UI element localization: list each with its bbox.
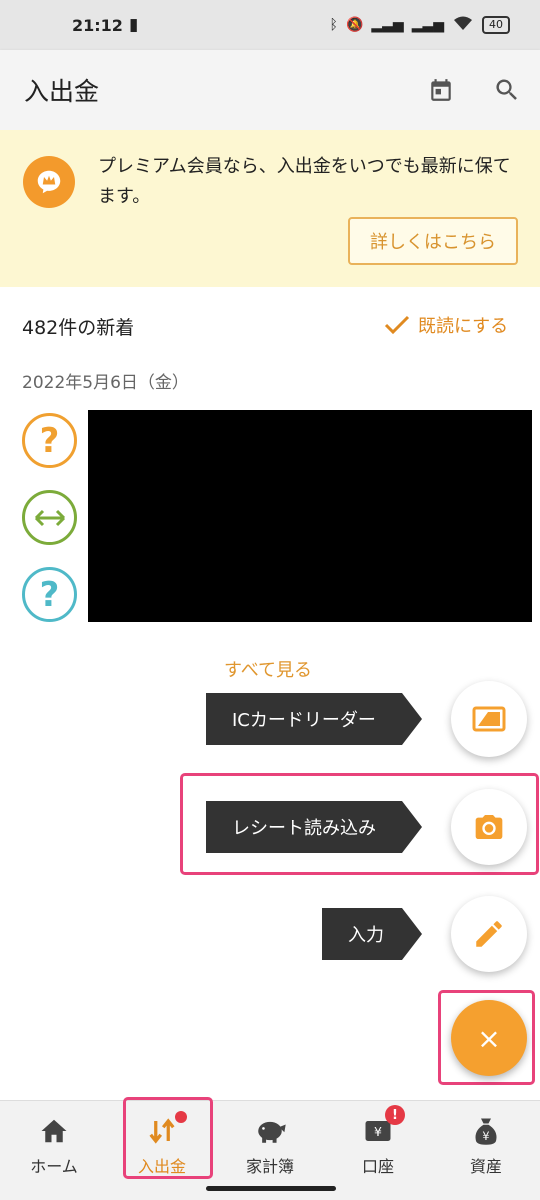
close-fab-button[interactable]: × [451,1000,527,1076]
manual-input-text: 入力 [348,925,384,946]
home-indicator [206,1186,336,1191]
mark-as-read-button[interactable]: 既読にする [384,312,508,338]
mute-icon: 🔕 [345,17,364,33]
signal-icon: ▂▃▅ [371,17,404,33]
checkmark-icon [384,315,410,335]
money-bag-icon: ¥ [472,1115,500,1147]
ic-card-reader-label[interactable]: ICカードリーダー [206,693,422,745]
crown-icon [23,156,75,208]
alert-badge: ! [385,1105,405,1125]
wifi-icon [452,15,474,35]
nav-label-home: ホーム [30,1157,78,1176]
svg-text:¥: ¥ [482,1130,489,1143]
ic-card-icon [472,706,506,732]
transfer-category-icon[interactable] [22,490,77,545]
notification-icon: ▮ [128,15,139,35]
nav-item-home[interactable]: ホーム [0,1101,108,1200]
bottom-navigation: ホーム 入出金 家計簿 ¥ ! 口座 ¥ 資産 [0,1100,540,1200]
calendar-icon [431,79,451,101]
camera-icon [475,815,503,839]
manual-input-label[interactable]: 入力 [322,908,422,960]
receipt-scan-text: レシート読み込み [232,818,376,839]
new-items-count: 482件の新着 [22,317,135,339]
svg-text:¥: ¥ [374,1124,382,1139]
status-bar: 21:12 ▮ ᛒ 🔕 ▂▃▅ ▂▃▅ 40 [0,0,540,50]
promo-text: プレミアム会員なら、入出金をいつでも最新に保てます。 [98,156,511,207]
close-icon: × [477,1021,501,1055]
receipt-scan-label[interactable]: レシート読み込み [206,801,422,853]
nav-label-household: 家計簿 [245,1157,294,1176]
manual-input-button[interactable] [451,896,527,972]
nav-item-accounts[interactable]: ¥ ! 口座 [324,1101,432,1200]
battery-icon: 40 [482,16,510,34]
bluetooth-icon: ᛒ [329,17,338,33]
home-icon [39,1115,69,1147]
piggy-bank-icon [253,1115,287,1147]
premium-promo-banner: プレミアム会員なら、入出金をいつでも最新に保てます。 詳しくはこちら [0,130,540,287]
nav-item-assets[interactable]: ¥ 資産 [432,1101,540,1200]
status-time: 21:12 [72,15,123,35]
search-icon [496,79,517,100]
signal-icon-2: ▂▃▅ [411,17,444,33]
app-bar: 入出金 [0,50,540,130]
unknown-category-icon-2[interactable]: ? [22,567,77,622]
date-header: 2022年5月6日（金） [22,373,189,393]
mark-as-read-label: 既読にする [418,316,509,337]
receipt-scan-button[interactable] [451,789,527,865]
ic-card-reader-text: ICカードリーダー [232,710,376,731]
calendar-button[interactable] [423,72,459,108]
ic-card-reader-button[interactable] [451,681,527,757]
nav-label-accounts: 口座 [361,1157,394,1176]
pencil-icon [476,921,502,947]
nav-highlight-box [123,1097,213,1179]
redacted-transactions [88,410,532,622]
details-button[interactable]: 詳しくはこちら [348,217,518,265]
nav-label-assets: 資産 [469,1157,502,1176]
search-button[interactable] [489,72,525,108]
see-all-link[interactable]: すべて見る [224,656,312,682]
unknown-category-icon[interactable]: ? [22,413,77,468]
page-title: 入出金 [24,77,100,106]
account-icon: ¥ ! [363,1105,405,1147]
